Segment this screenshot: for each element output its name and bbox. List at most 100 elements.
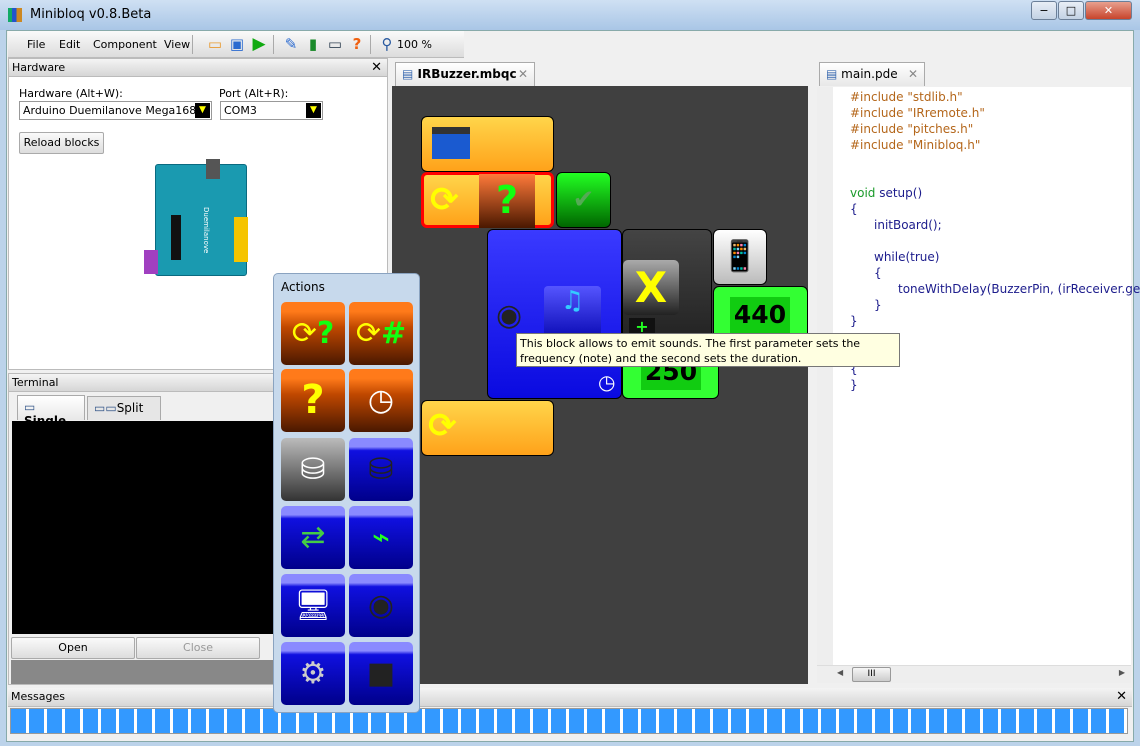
- phone-icon: 📱: [721, 239, 759, 274]
- tab-split[interactable]: ▭▭Split: [87, 396, 161, 420]
- tab-main-pde[interactable]: ▤ main.pde ✕: [819, 62, 925, 86]
- action-while-number[interactable]: ⟳#: [349, 302, 413, 365]
- close-button[interactable]: ✕: [1085, 1, 1132, 20]
- action-delay[interactable]: ◷: [349, 369, 413, 432]
- action-serial[interactable]: ⇄: [281, 506, 345, 569]
- action-while-question[interactable]: ⟳?: [281, 302, 345, 365]
- speaker-icon: ◉: [367, 588, 395, 623]
- minimize-button[interactable]: −: [1031, 1, 1057, 20]
- close-port-button[interactable]: Close: [136, 637, 260, 659]
- toolbar: File Edit Component View ▭ ▣ ▶ ✎ ▮ ▭ ? ⚲…: [8, 31, 464, 58]
- code-line: #include "Minibloq.h": [850, 138, 981, 152]
- code-line: void setup(): [850, 186, 923, 200]
- dual-monitor-icon: ▭▭: [94, 401, 117, 415]
- zoom-level[interactable]: 100 %: [397, 38, 432, 51]
- hardware-panel-title: Hardware: [12, 61, 66, 74]
- document-icon: ▤: [402, 67, 414, 81]
- start-block[interactable]: [421, 116, 554, 172]
- action-communication[interactable]: 🖥: [281, 574, 345, 637]
- monitor-icon: ▭: [24, 400, 36, 414]
- clapperboard-icon: [432, 127, 470, 159]
- hash-icon: #: [381, 316, 407, 351]
- code-line: #include "pitches.h": [850, 122, 974, 136]
- reload-blocks-button[interactable]: Reload blocks: [19, 132, 104, 154]
- hardware-panel-header: Hardware ✕: [9, 59, 387, 77]
- progress-bar: [10, 708, 1128, 734]
- scroll-left-icon[interactable]: ◀: [837, 668, 843, 677]
- question-icon: ?: [316, 316, 335, 351]
- loop-end-block[interactable]: ⟳: [421, 400, 554, 456]
- loop-icon: ⟳: [355, 316, 381, 351]
- horizontal-scrollbar[interactable]: ◀ III ▶: [817, 665, 1131, 683]
- maximize-button[interactable]: □: [1058, 1, 1084, 20]
- title-bar: Minibloq v0.8.Beta − □ ✕: [0, 0, 1140, 30]
- action-oscilloscope[interactable]: ⌁: [349, 506, 413, 569]
- action-sound[interactable]: ◉: [349, 574, 413, 637]
- messages-header: Messages ✕: [8, 688, 1132, 707]
- clock-icon: ◷: [598, 370, 616, 394]
- tone-block[interactable]: ◉ ♫ ◷: [487, 229, 622, 399]
- question-icon: ?: [301, 377, 325, 423]
- board-icon[interactable]: ▮: [304, 35, 322, 53]
- code-line: {: [874, 266, 882, 280]
- number-value[interactable]: 440: [730, 297, 790, 333]
- hardware-select-value: Arduino Duemilanove Mega168: [23, 104, 197, 117]
- menu-file[interactable]: File: [27, 38, 45, 51]
- code-line: toneWithDelay(BuzzerPin, (irReceiver.get…: [898, 282, 1140, 296]
- port-select[interactable]: COM3 ▼: [220, 101, 323, 120]
- action-variable-set[interactable]: ⛁: [281, 438, 345, 501]
- close-tab-icon[interactable]: ✕: [908, 67, 918, 81]
- action-servo[interactable]: ■: [349, 642, 413, 705]
- action-variable[interactable]: ⛁: [349, 438, 413, 501]
- open-folder-icon[interactable]: ▭: [206, 35, 224, 53]
- menu-view[interactable]: View: [164, 38, 190, 51]
- header-pins: [234, 217, 248, 262]
- hardware-label: Hardware (Alt+W):: [19, 87, 123, 100]
- scrollbar-thumb[interactable]: III: [852, 667, 891, 682]
- board-label: Duemilanove: [202, 207, 210, 254]
- code-line: {: [850, 202, 858, 216]
- chevron-down-icon: ▼: [306, 103, 321, 118]
- ir-receiver-block[interactable]: 📱: [713, 229, 767, 285]
- actions-title: Actions: [281, 280, 325, 294]
- while-block[interactable]: ⟳ ?: [421, 172, 554, 228]
- port-label: Port (Alt+R):: [219, 87, 289, 100]
- computers-icon: 🖥: [293, 588, 333, 623]
- multiply-icon: X: [623, 260, 679, 315]
- close-icon[interactable]: ✕: [371, 60, 382, 75]
- menu-edit[interactable]: Edit: [59, 38, 80, 51]
- action-settings[interactable]: ⚙: [281, 642, 345, 705]
- zoom-icon[interactable]: ⚲: [378, 35, 396, 53]
- code-line: }: [850, 378, 858, 392]
- hardware-select[interactable]: Arduino Duemilanove Mega168 ▼: [19, 101, 212, 120]
- code-view[interactable]: #include "stdlib.h" #include "IRremote.h…: [817, 87, 1140, 665]
- true-block[interactable]: ✔: [556, 172, 611, 228]
- gears-icon: ⚙: [299, 656, 327, 691]
- arduino-board-image: Duemilanove: [144, 159, 248, 276]
- help-icon[interactable]: ?: [348, 35, 366, 53]
- run-icon[interactable]: ▶: [250, 35, 268, 53]
- chip: [171, 215, 181, 260]
- tab-irbuzzer-label: IRBuzzer.mbqc: [417, 67, 517, 81]
- menu-component[interactable]: Component: [93, 38, 157, 51]
- edit-icon[interactable]: ✎: [282, 35, 300, 53]
- scroll-right-icon[interactable]: ▶: [1119, 668, 1125, 677]
- window-title: Minibloq v0.8.Beta: [30, 7, 152, 22]
- tab-irbuzzer[interactable]: ▤ IRBuzzer.mbqc ✕: [395, 62, 535, 86]
- servo-icon: ■: [366, 656, 396, 691]
- code-line: while(true): [874, 250, 940, 264]
- block-canvas[interactable]: ⟳ ? ✔ ◉ ♫ ◷ X + 📱 440 250 ⟳: [392, 86, 808, 684]
- terminal-icon[interactable]: ▭: [326, 35, 344, 53]
- save-icon[interactable]: ▣: [228, 35, 246, 53]
- action-if[interactable]: ?: [281, 369, 345, 432]
- usb-connector: [206, 159, 220, 179]
- clock-icon: ◷: [367, 383, 395, 418]
- close-tab-icon[interactable]: ✕: [518, 67, 528, 81]
- open-button[interactable]: Open: [11, 637, 135, 659]
- close-icon[interactable]: ✕: [1116, 689, 1127, 704]
- messages-title: Messages: [11, 690, 65, 703]
- tab-single[interactable]: ▭ Single: [17, 395, 85, 428]
- question-icon: ?: [479, 174, 535, 228]
- separator: [273, 35, 274, 54]
- loop-icon: ⟳: [430, 180, 459, 220]
